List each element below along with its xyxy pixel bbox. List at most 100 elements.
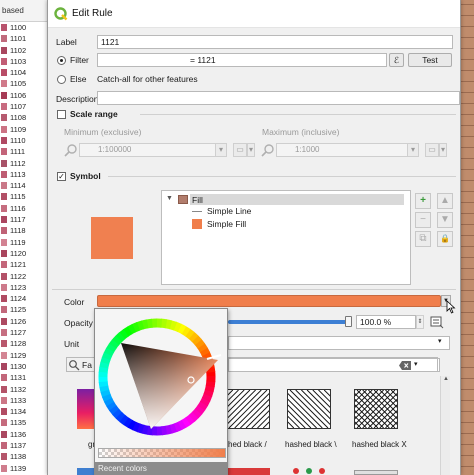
- minimum-current-scale-icon[interactable]: ▭: [233, 143, 247, 157]
- list-item[interactable]: 1108: [0, 112, 51, 123]
- next-row-tile-red[interactable]: [226, 468, 270, 475]
- search-dropdown-icon[interactable]: ▾: [414, 360, 418, 368]
- list-item[interactable]: 1119: [0, 237, 51, 248]
- description-input[interactable]: [97, 91, 460, 105]
- list-item[interactable]: 1127: [0, 327, 51, 338]
- list-item[interactable]: 1139: [0, 463, 51, 474]
- opacity-slider-track[interactable]: [228, 320, 348, 324]
- list-item[interactable]: 1102: [0, 45, 51, 56]
- next-row-tile-grey[interactable]: [354, 470, 398, 475]
- background-stripe: [461, 158, 474, 159]
- list-item[interactable]: 1128: [0, 338, 51, 349]
- list-item[interactable]: 1134: [0, 406, 51, 417]
- list-item-label: 1126: [10, 316, 27, 326]
- list-item[interactable]: 1129: [0, 350, 51, 361]
- list-item[interactable]: 1126: [0, 316, 51, 327]
- data-defined-override-icon[interactable]: [430, 315, 444, 329]
- list-item[interactable]: 1136: [0, 429, 51, 440]
- move-down-button[interactable]: ▼: [437, 212, 453, 228]
- list-item[interactable]: 1111: [0, 146, 51, 157]
- list-item[interactable]: 1120: [0, 248, 51, 259]
- list-item[interactable]: 1104: [0, 67, 51, 78]
- list-item[interactable]: 1121: [0, 259, 51, 270]
- list-item[interactable]: 1105: [0, 78, 51, 89]
- title-bar: Edit Rule: [48, 0, 460, 28]
- list-item[interactable]: 1133: [0, 395, 51, 406]
- list-item[interactable]: 1135: [0, 417, 51, 428]
- list-item-label: 1102: [10, 45, 27, 55]
- test-button[interactable]: Test: [408, 53, 452, 67]
- unit-select[interactable]: [228, 336, 450, 350]
- list-item[interactable]: 1101: [0, 33, 51, 44]
- list-item[interactable]: 1106: [0, 90, 51, 101]
- color-wheel[interactable]: [95, 309, 229, 459]
- unit-dropdown-icon[interactable]: ▾: [438, 337, 442, 345]
- list-item[interactable]: 1114: [0, 180, 51, 191]
- list-item[interactable]: 1115: [0, 191, 51, 202]
- tree-item-simple-fill[interactable]: Simple Fill: [207, 219, 246, 229]
- list-item[interactable]: 1112: [0, 158, 51, 169]
- list-item-label: 1130: [10, 361, 27, 371]
- zoom-out-icon[interactable]: [64, 143, 78, 157]
- tree-item-fill[interactable]: Fill: [192, 195, 203, 205]
- list-item[interactable]: 1118: [0, 225, 51, 236]
- color-picker-popup[interactable]: Recent colors: [94, 308, 228, 475]
- list-item-label: 1135: [10, 418, 27, 428]
- tree-item-simple-line[interactable]: Simple Line: [207, 206, 251, 216]
- hashed-black-backslash-tile[interactable]: [287, 389, 331, 429]
- label-input[interactable]: 1121: [97, 35, 453, 49]
- filter-input[interactable]: = 1121: [97, 53, 387, 67]
- symbol-layer-tree[interactable]: ▼ Fill Simple Line Simple Fill: [161, 190, 411, 285]
- maximum-scale-menu-icon[interactable]: ▾: [439, 143, 447, 157]
- filter-radio[interactable]: [57, 56, 66, 65]
- list-item[interactable]: 1125: [0, 304, 51, 315]
- color-button[interactable]: [97, 295, 441, 307]
- minimum-scale-select[interactable]: 1:100000: [79, 143, 227, 157]
- expression-button[interactable]: ℰ: [389, 53, 404, 67]
- list-item[interactable]: 1110: [0, 135, 51, 146]
- list-item[interactable]: 1124: [0, 293, 51, 304]
- hashed-black-slash-tile[interactable]: [226, 389, 270, 429]
- list-item[interactable]: 1123: [0, 282, 51, 293]
- next-row-tile-dots[interactable]: [287, 466, 331, 475]
- list-item[interactable]: 1117: [0, 214, 51, 225]
- symbol-checkbox[interactable]: ✓: [57, 172, 66, 181]
- maximum-current-scale-icon[interactable]: ▭: [425, 143, 439, 157]
- list-item[interactable]: 1122: [0, 271, 51, 282]
- list-item-label: 1123: [10, 282, 27, 292]
- list-item[interactable]: 1109: [0, 124, 51, 135]
- list-item[interactable]: 1131: [0, 372, 51, 383]
- background-stripe: [461, 466, 474, 467]
- maximum-scale-dropdown-icon[interactable]: ▾: [407, 143, 419, 157]
- list-item[interactable]: 1130: [0, 361, 51, 372]
- clear-search-icon[interactable]: [399, 361, 411, 370]
- list-item[interactable]: 1132: [0, 384, 51, 395]
- lock-layer-button[interactable]: 🔒: [437, 231, 453, 247]
- list-item[interactable]: 1107: [0, 101, 51, 112]
- background-stripe: [461, 136, 474, 137]
- opacity-spin-arrows-icon[interactable]: ⇕: [416, 315, 424, 329]
- alpha-ramp[interactable]: [98, 448, 226, 458]
- list-item[interactable]: 1100: [0, 22, 51, 33]
- scale-range-checkbox[interactable]: [57, 110, 66, 119]
- duplicate-layer-button[interactable]: ⧉: [415, 231, 431, 247]
- list-item[interactable]: 1138: [0, 451, 51, 462]
- list-item[interactable]: 1116: [0, 203, 51, 214]
- else-radio[interactable]: [57, 75, 66, 84]
- remove-layer-button[interactable]: −: [415, 212, 431, 228]
- background-stripe: [461, 378, 474, 379]
- minimum-scale-menu-icon[interactable]: ▾: [247, 143, 255, 157]
- tree-collapse-icon[interactable]: ▼: [166, 195, 173, 202]
- list-item[interactable]: 1103: [0, 56, 51, 67]
- minimum-scale-dropdown-icon[interactable]: ▾: [215, 143, 227, 157]
- list-item[interactable]: 1113: [0, 169, 51, 180]
- add-layer-button[interactable]: +: [415, 193, 431, 209]
- move-up-button[interactable]: ▲: [437, 193, 453, 209]
- maximum-scale-select[interactable]: 1:1000: [276, 143, 419, 157]
- opacity-spinbox[interactable]: 100.0 %: [356, 315, 416, 329]
- opacity-slider-handle[interactable]: [345, 316, 352, 327]
- zoom-in-icon[interactable]: [261, 143, 275, 157]
- list-item[interactable]: 1137: [0, 440, 51, 451]
- symbol-library-scrollbar[interactable]: ▲: [440, 376, 450, 475]
- hashed-black-x-tile[interactable]: [354, 389, 398, 429]
